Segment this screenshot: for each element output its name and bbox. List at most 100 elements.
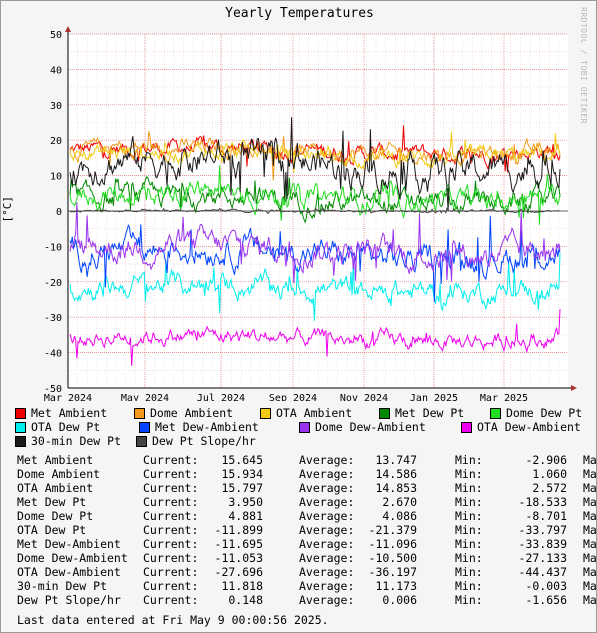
current-value: 15.934 xyxy=(221,467,263,481)
average-label: Average: xyxy=(299,495,355,509)
current-label: Current: xyxy=(143,579,199,593)
average-label: Average: xyxy=(299,593,355,607)
current-value: -11.053 xyxy=(214,551,263,565)
min-value: -44.437 xyxy=(518,565,567,579)
legend-row: OTA Dew Pt Met Dew-Ambient Dome Dew-Ambien… xyxy=(15,420,595,434)
y-tick-label: 20 xyxy=(50,136,62,147)
average-value: 0.006 xyxy=(382,593,417,607)
stat-name: Met Dew Pt xyxy=(17,495,87,509)
average-label: Average: xyxy=(299,453,355,467)
average-value: -10.500 xyxy=(368,551,417,565)
x-axis-arrow xyxy=(571,385,577,391)
average-value: -21.379 xyxy=(368,523,417,537)
x-tick-label: Jul 2024 xyxy=(197,393,245,401)
min-label: Min: xyxy=(455,509,483,523)
y-tick-label: 50 xyxy=(50,30,62,41)
x-tick-label: May 2024 xyxy=(121,393,169,401)
legend-swatch xyxy=(136,435,147,447)
max-label: Ma xyxy=(583,467,597,481)
legend-row: Met Ambient Dome Ambient OTA Ambient Met De… xyxy=(15,406,595,420)
legend-label: OTA Dew Pt xyxy=(31,420,101,434)
current-value: 11.818 xyxy=(221,579,263,593)
max-label: Ma xyxy=(583,537,597,551)
current-label: Current: xyxy=(143,523,199,537)
current-value: 0.148 xyxy=(228,593,263,607)
legend-item: OTA Dew Pt xyxy=(15,420,100,434)
min-label: Min: xyxy=(455,593,483,607)
stat-name: Dome Dew Pt xyxy=(17,509,94,523)
legend-label: Dome Ambient xyxy=(150,406,234,420)
max-label: Ma xyxy=(583,565,597,579)
min-label: Min: xyxy=(455,453,483,467)
x-tick-label: Sep 2024 xyxy=(269,393,317,401)
average-label: Average: xyxy=(299,481,355,495)
current-value: -27.696 xyxy=(214,565,263,579)
min-label: Min: xyxy=(455,495,483,509)
legend-item: OTA Ambient xyxy=(260,406,352,420)
legend-row: 30-min Dew Pt Dew Pt Slope/hr xyxy=(15,434,595,448)
stat-name: OTA Dew Pt xyxy=(17,523,87,537)
legend-swatch xyxy=(379,407,390,419)
average-label: Average: xyxy=(299,509,355,523)
current-value: -11.899 xyxy=(214,523,263,537)
legend-swatch xyxy=(490,407,501,419)
min-value: 2.572 xyxy=(532,481,567,495)
min-label: Min: xyxy=(455,537,483,551)
legend-item: Met Dew Pt xyxy=(379,406,464,420)
x-tick-label: Jan 2025 xyxy=(410,393,458,401)
legend-swatch xyxy=(15,421,26,433)
max-label: Ma xyxy=(583,523,597,537)
x-tick-label: Nov 2024 xyxy=(340,393,388,401)
max-label: Ma xyxy=(583,509,597,523)
legend-item: Dome Dew Pt xyxy=(490,406,582,420)
stat-name: Dome Ambient xyxy=(17,467,101,481)
current-label: Current: xyxy=(143,593,199,607)
average-label: Average: xyxy=(299,523,355,537)
max-label: Ma xyxy=(583,579,597,593)
y-tick-label: 30 xyxy=(50,101,62,112)
legend-label: Dome Dew Pt xyxy=(506,406,583,420)
current-label: Current: xyxy=(143,565,199,579)
legend-label: Dome Dew-Ambient xyxy=(315,420,426,434)
legend-swatch xyxy=(134,407,145,419)
graph-frame: Yearly Temperatures RRDTOOL / TOBI OETIK… xyxy=(0,0,597,633)
average-value: -11.096 xyxy=(368,537,417,551)
current-value: 3.950 xyxy=(228,495,263,509)
min-value: -0.003 xyxy=(525,579,567,593)
min-value: -8.701 xyxy=(525,509,567,523)
legend-label: Dew Pt Slope/hr xyxy=(152,434,256,448)
legend-label: Met Ambient xyxy=(31,406,108,420)
legend-item: Dome Ambient xyxy=(134,406,233,420)
y-tick-label: -40 xyxy=(44,349,62,360)
min-value: 1.060 xyxy=(532,467,567,481)
min-value: -27.133 xyxy=(518,551,567,565)
average-label: Average: xyxy=(299,537,355,551)
legend-item: Dome Dew-Ambient xyxy=(299,420,426,434)
current-label: Current: xyxy=(143,467,199,481)
y-tick-label: 40 xyxy=(50,65,62,76)
stat-name: 30-min Dew Pt xyxy=(17,579,108,593)
current-label: Current: xyxy=(143,551,199,565)
min-label: Min: xyxy=(455,551,483,565)
current-value: -11.695 xyxy=(214,537,263,551)
max-label: Ma xyxy=(583,495,597,509)
max-label: Ma xyxy=(583,481,597,495)
x-tick-label: Mar 2024 xyxy=(44,393,92,401)
min-label: Min: xyxy=(455,579,483,593)
average-value: 11.173 xyxy=(375,579,417,593)
average-value: -36.197 xyxy=(368,565,417,579)
y-tick-label: 10 xyxy=(50,172,62,183)
legend-label: Met Dew Pt xyxy=(395,406,465,420)
legend-swatch xyxy=(299,421,310,433)
min-label: Min: xyxy=(455,467,483,481)
legend-swatch xyxy=(461,421,472,433)
legend-swatch xyxy=(15,435,26,447)
legend-item: OTA Dew-Ambient xyxy=(461,420,581,434)
legend-item: Met Ambient xyxy=(15,406,107,420)
average-value: 4.086 xyxy=(382,509,417,523)
min-label: Min: xyxy=(455,481,483,495)
legend-swatch xyxy=(260,407,271,419)
last-update-footer: Last data entered at Fri May 9 00:00:56 … xyxy=(17,613,329,627)
average-value: 14.853 xyxy=(375,481,417,495)
max-label: Ma xyxy=(583,593,597,607)
